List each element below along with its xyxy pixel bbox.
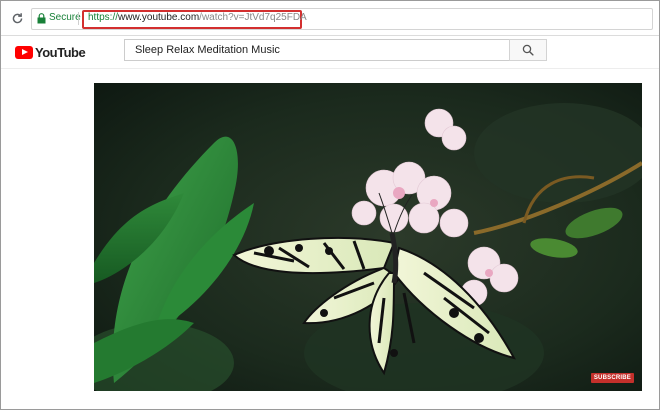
url-field[interactable]: Secure https://www.youtube.com/watch?v=J… [31, 8, 653, 30]
search-icon [522, 44, 534, 56]
url-text[interactable]: https://www.youtube.com/watch?v=JtVd7q25… [88, 12, 307, 23]
search-button[interactable] [509, 39, 547, 61]
url-protocol: https:// [88, 12, 119, 23]
youtube-logo-text: YouTube [35, 44, 86, 60]
subscribe-button[interactable]: SUBSCRIBE [590, 373, 634, 383]
url-path: /watch?v=JtVd7q25FDA [199, 12, 307, 23]
lock-icon [37, 13, 46, 24]
video-player[interactable]: SUBSCRIBE [94, 83, 642, 391]
url-separator [78, 12, 79, 25]
secure-label: Secure [49, 12, 81, 23]
youtube-logo[interactable]: YouTube [15, 43, 86, 61]
browser-window: Secure https://www.youtube.com/watch?v=J… [0, 0, 660, 410]
video-frame-butterfly-flowers [94, 83, 642, 391]
address-bar: Secure https://www.youtube.com/watch?v=J… [1, 1, 659, 36]
header-divider [1, 68, 659, 69]
search-input[interactable] [124, 39, 519, 61]
youtube-play-icon [15, 45, 33, 59]
youtube-header: YouTube [1, 36, 659, 68]
url-host: www.youtube.com [118, 12, 200, 23]
reload-icon[interactable] [9, 10, 25, 26]
